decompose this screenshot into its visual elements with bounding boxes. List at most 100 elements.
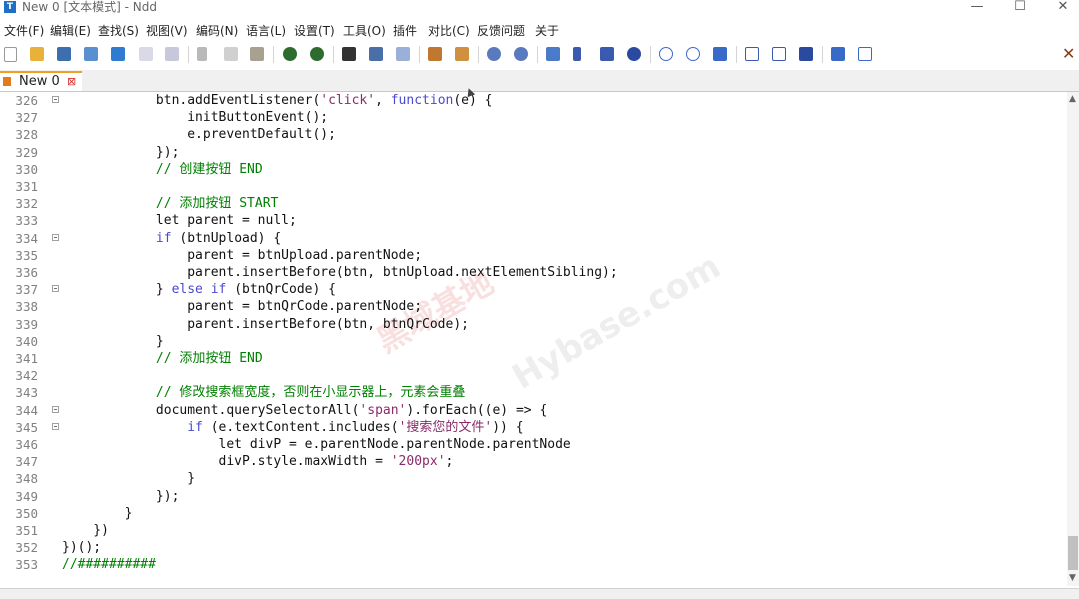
split-view-icon[interactable] (745, 47, 759, 61)
zoom-in-icon[interactable] (487, 47, 501, 61)
monitor-icon[interactable] (799, 47, 813, 61)
menu-feedback[interactable]: 反馈问题 (477, 23, 525, 39)
code-line[interactable]: 350 } (0, 505, 1067, 522)
code-line[interactable]: 351 }) (0, 522, 1067, 539)
line-number: 340 (15, 333, 38, 349)
code-line[interactable]: 342 (0, 367, 1067, 384)
fold-toggle-icon[interactable] (52, 405, 59, 413)
open-folder-icon[interactable] (30, 47, 44, 61)
code-line[interactable]: 352})(); (0, 539, 1067, 556)
cut-icon[interactable] (197, 47, 207, 61)
code-text: divP.style.maxWidth = '200px'; (62, 454, 454, 470)
menu-search[interactable]: 查找(S) (98, 23, 139, 39)
code-line[interactable]: 353 //########## (0, 556, 1067, 573)
status-bar (0, 588, 1079, 599)
code-line[interactable]: 327 initButtonEvent(); (0, 109, 1067, 126)
text-mode-icon[interactable] (858, 47, 872, 61)
code-line[interactable]: 345 if (e.textContent.includes('搜索您的文件')… (0, 419, 1067, 436)
save-as-icon[interactable] (111, 47, 125, 61)
line-number: 350 (15, 505, 38, 521)
code-line[interactable]: 337 } else if (btnQrCode) { (0, 281, 1067, 298)
menu-file[interactable]: 文件(F) (4, 23, 44, 39)
compare-icon[interactable] (713, 47, 727, 61)
line-number: 335 (15, 247, 38, 263)
code-line[interactable]: 330 // 创建按钮 END (0, 161, 1067, 178)
code-text: } (62, 505, 133, 521)
code-line[interactable]: 339 parent.insertBefore(btn, btnQrCode); (0, 316, 1067, 333)
code-line[interactable]: 326 btn.addEventListener('click', functi… (0, 92, 1067, 109)
code-text: }) (62, 523, 109, 538)
scroll-up-icon[interactable]: ▲ (1069, 95, 1076, 104)
code-line[interactable]: 335 parent = btnUpload.parentNode; (0, 247, 1067, 264)
copy-icon[interactable] (224, 47, 238, 61)
code-line[interactable]: 348 } (0, 470, 1067, 487)
find-icon[interactable] (342, 47, 356, 61)
tab-close-icon[interactable]: ⊠ (67, 75, 76, 88)
new-file-icon[interactable] (4, 47, 17, 62)
next-icon[interactable] (686, 47, 700, 61)
code-line[interactable]: 349 }); (0, 488, 1067, 505)
line-number: 352 (15, 540, 38, 556)
find-in-files-icon[interactable] (396, 47, 410, 61)
save-icon[interactable] (57, 47, 71, 61)
menu-settings[interactable]: 设置(T) (294, 23, 335, 39)
close-all-icon[interactable] (165, 47, 179, 61)
word-wrap-icon[interactable] (546, 47, 560, 61)
fold-toggle-icon[interactable] (52, 422, 59, 430)
scroll-down-icon[interactable]: ▼ (1069, 574, 1076, 583)
save-all-icon[interactable] (84, 47, 98, 61)
indent-guide-icon[interactable] (600, 47, 614, 61)
show-symbols-icon[interactable] (573, 47, 581, 61)
tab-new-0[interactable]: New 0 ⊠ (0, 71, 82, 91)
mark-icon[interactable] (428, 47, 442, 61)
close-file-icon[interactable] (139, 47, 153, 61)
code-line[interactable]: 341 // 添加按钮 END (0, 350, 1067, 367)
menu-plugins[interactable]: 插件 (393, 23, 417, 39)
minimize-button[interactable]: — (962, 0, 992, 16)
column-view-icon[interactable] (772, 47, 786, 61)
code-line[interactable]: 347 divP.style.maxWidth = '200px'; (0, 453, 1067, 470)
menu-edit[interactable]: 编辑(E) (50, 23, 91, 39)
title-bar: T New 0 [文本模式] - Ndd — ☐ ✕ (0, 0, 1079, 17)
code-line[interactable]: 332 // 添加按钮 START (0, 195, 1067, 212)
vertical-scrollbar[interactable]: ▲ ▼ (1067, 92, 1079, 586)
prev-icon[interactable] (659, 47, 673, 61)
replace-icon[interactable] (369, 47, 383, 61)
redo-icon[interactable] (310, 47, 324, 61)
code-line[interactable]: 334 if (btnUpload) { (0, 230, 1067, 247)
paste-icon[interactable] (250, 47, 264, 61)
code-line[interactable]: 329 }); (0, 144, 1067, 161)
fold-toggle-icon[interactable] (52, 233, 59, 241)
clear-mark-icon[interactable] (455, 47, 469, 61)
toolbar-close-icon[interactable]: ✕ (1062, 45, 1075, 63)
code-text: parent = btnQrCode.parentNode; (62, 299, 423, 315)
tree-icon[interactable] (831, 47, 845, 61)
code-line[interactable]: 336 parent.insertBefore(btn, btnUpload.n… (0, 264, 1067, 281)
code-line[interactable]: 333 let parent = null; (0, 212, 1067, 229)
code-line[interactable]: 346 let divP = e.parentNode.parentNode.p… (0, 436, 1067, 453)
menu-compare[interactable]: 对比(C) (428, 23, 470, 39)
close-window-button[interactable]: ✕ (1048, 0, 1078, 16)
zoom-out-icon[interactable] (514, 47, 528, 61)
code-line[interactable]: 338 parent = btnQrCode.parentNode; (0, 298, 1067, 315)
code-line[interactable]: 343 // 修改搜索框宽度，否则在小显示器上，元素会重叠 (0, 384, 1067, 401)
menu-view[interactable]: 视图(V) (146, 23, 188, 39)
file-icon (3, 77, 11, 86)
menu-language[interactable]: 语言(L) (246, 23, 286, 39)
toolbar-separator (822, 46, 823, 63)
scroll-thumb[interactable] (1068, 536, 1078, 570)
undo-icon[interactable] (283, 47, 297, 61)
code-editor[interactable]: 黑域基地 Hybase.com 326 btn.addEventListener… (0, 92, 1067, 586)
fold-toggle-icon[interactable] (52, 285, 59, 293)
menu-about[interactable]: 关于 (535, 23, 559, 39)
code-line[interactable]: 331 (0, 178, 1067, 195)
line-number: 347 (15, 454, 38, 470)
menu-encoding[interactable]: 编码(N) (196, 23, 238, 39)
maximize-button[interactable]: ☐ (1005, 0, 1035, 16)
menu-tools[interactable]: 工具(O) (343, 23, 386, 39)
code-line[interactable]: 344 document.querySelectorAll('span').fo… (0, 402, 1067, 419)
fold-toggle-icon[interactable] (52, 96, 59, 103)
code-line[interactable]: 340 } (0, 333, 1067, 350)
record-icon[interactable] (627, 47, 641, 61)
code-line[interactable]: 328 e.preventDefault(); (0, 126, 1067, 143)
